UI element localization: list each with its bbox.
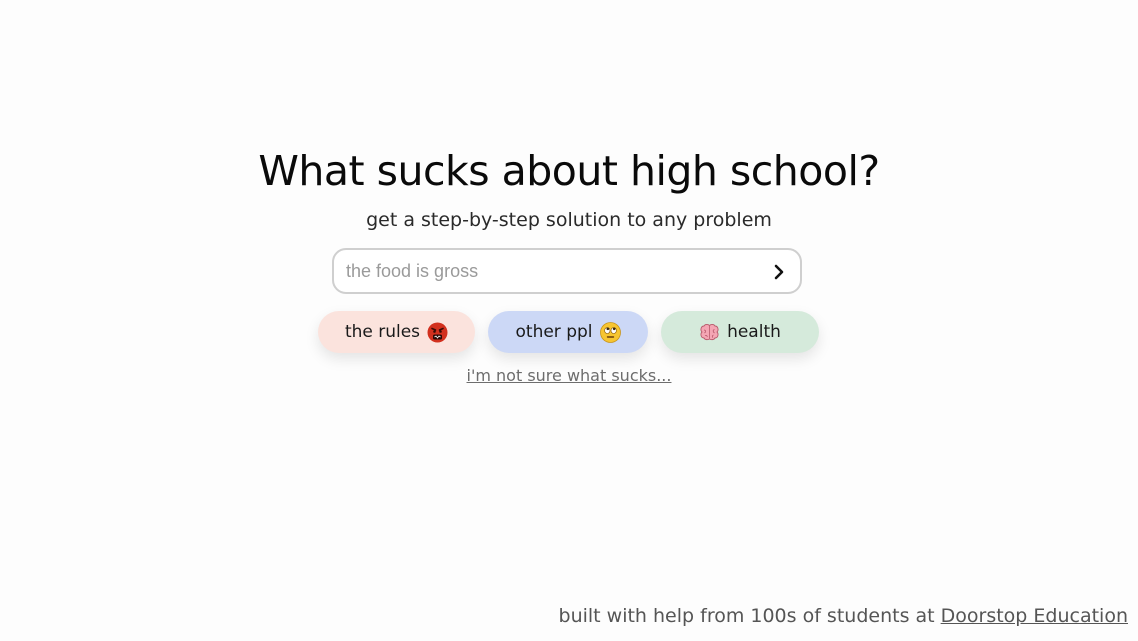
page: What sucks about high school? get a step… [0, 0, 1138, 641]
chip-label: other ppl [515, 322, 593, 342]
chip-other-ppl[interactable]: other ppl [488, 311, 648, 353]
doorstop-education-link[interactable]: Doorstop Education [941, 605, 1128, 627]
page-title: What sucks about high school? [258, 147, 880, 195]
topic-chips: the rules other ppl health [0, 311, 1138, 355]
footer-text: built with help from 100s of students at [558, 605, 941, 627]
chevron-right-icon [774, 264, 784, 280]
chip-label: the rules [344, 322, 421, 342]
rolling-eyes-face-icon [599, 321, 621, 343]
search-input[interactable] [346, 250, 756, 292]
not-sure-link[interactable]: i'm not sure what sucks... [467, 366, 672, 385]
submit-button[interactable] [766, 259, 792, 285]
unsure-container: i'm not sure what sucks... [0, 366, 1138, 385]
chip-health[interactable]: health [661, 311, 819, 353]
chip-the-rules[interactable]: the rules [318, 311, 475, 353]
page-subtitle: get a step-by-step solution to any probl… [366, 209, 772, 231]
footer: built with help from 100s of students at… [559, 605, 1128, 627]
chip-label: health [727, 322, 781, 342]
angry-face-icon [427, 322, 448, 342]
brain-icon [700, 323, 719, 340]
search-box [332, 248, 802, 294]
